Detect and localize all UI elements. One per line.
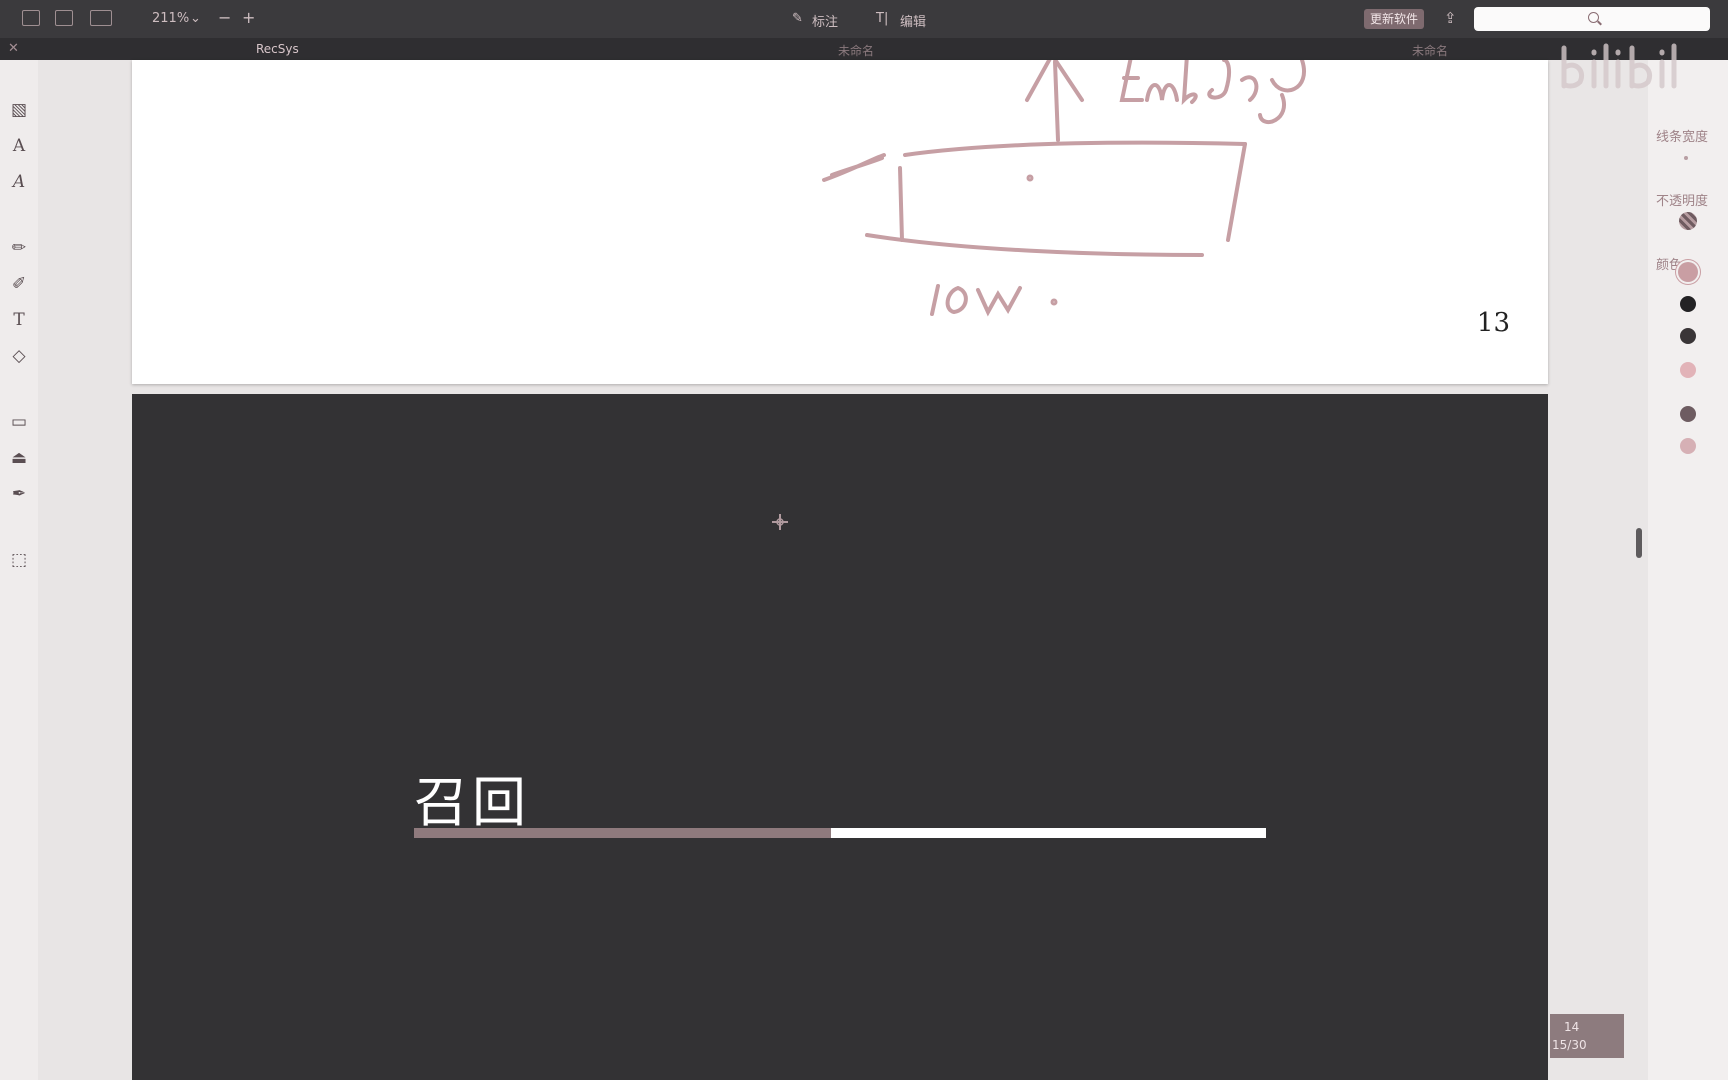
text-style-icon[interactable]: A [9,172,29,192]
close-tab-icon[interactable]: ✕ [8,41,19,56]
scrollbar-thumb[interactable] [1636,528,1642,558]
color-swatch-6[interactable] [1680,438,1696,454]
stamp-icon[interactable]: ⏏ [9,448,29,468]
selection-icon[interactable]: ⬚ [9,550,29,570]
stroke-width-dot[interactable] [1684,156,1688,160]
edit-tab[interactable]: 编辑 [900,11,926,30]
opacity-swatch[interactable] [1679,212,1697,230]
document-view[interactable]: 13 召回 [38,60,1548,1080]
current-page: 14 [1564,1020,1580,1034]
image-tool-icon[interactable]: ▧ [9,100,29,120]
section-progress-bar [414,828,1266,838]
tab-recsys[interactable]: RecSys [256,42,299,56]
properties-panel: 线条宽度 不透明度 颜色 [1648,60,1728,1080]
tab-bar: ✕ RecSys 未命名 未命名 [0,38,1728,60]
bilibili-logo [1561,43,1677,89]
chevron-down-icon[interactable]: ⌄ [190,11,201,26]
tab-untitled-2[interactable]: 未命名 [1412,42,1448,59]
zoom-level[interactable]: 211% [152,11,189,26]
color-swatch-1[interactable] [1678,262,1698,282]
zoom-out-icon[interactable]: − [218,8,231,27]
section-progress-fill [414,828,832,838]
page-position: 15/30 [1552,1038,1587,1052]
signature-pen-icon[interactable]: ✒ [9,484,29,504]
text-tool-icon[interactable]: T [9,310,29,330]
shape-tool-icon[interactable]: ◇ [9,346,29,366]
color-swatch-5[interactable] [1680,406,1696,422]
crosshair-cursor-icon [772,514,788,530]
update-button[interactable]: 更新软件 [1364,9,1425,29]
slide-title: 召回 [414,771,530,834]
zoom-in-icon[interactable]: + [242,8,255,27]
color-swatch-3[interactable] [1680,328,1696,344]
text-edit-icon[interactable]: T| [876,11,888,26]
handwritten-annotation [822,60,1306,317]
page-layout-icon[interactable] [90,10,112,26]
page-indicator: 14 15/30 [1550,1014,1624,1058]
color-swatch-2[interactable] [1680,296,1696,312]
page-13[interactable]: 13 [132,60,1548,384]
pen-icon[interactable]: ✏ [9,238,29,258]
page-number: 13 [1476,308,1510,338]
sidebar-toggle-icon[interactable] [22,10,40,26]
stroke-width-label: 线条宽度 [1656,130,1709,145]
page-14[interactable]: 召回 [132,394,1548,1080]
comment-icon[interactable]: ▭ [9,412,29,432]
thumbnail-grid-icon[interactable] [55,10,73,26]
search-icon[interactable] [1588,12,1599,23]
top-toolbar: 211% ⌄ − + ✎ 标注 T| 编辑 更新软件 ⇪ [0,0,1728,38]
opacity-label: 不透明度 [1656,194,1709,209]
share-icon[interactable]: ⇪ [1444,9,1457,27]
eraser-icon[interactable]: ✐ [9,274,29,294]
annotate-tab[interactable]: 标注 [812,11,838,30]
color-swatch-4[interactable] [1680,362,1696,378]
annotate-icon[interactable]: ✎ [792,11,803,26]
tab-untitled-1[interactable]: 未命名 [838,42,874,59]
search-field[interactable] [1474,7,1710,31]
tool-rail: ▧ A A ✏ ✐ T ◇ ▭ ⏏ ✒ ⬚ [0,60,39,1080]
text-highlight-icon[interactable]: A [9,136,29,156]
